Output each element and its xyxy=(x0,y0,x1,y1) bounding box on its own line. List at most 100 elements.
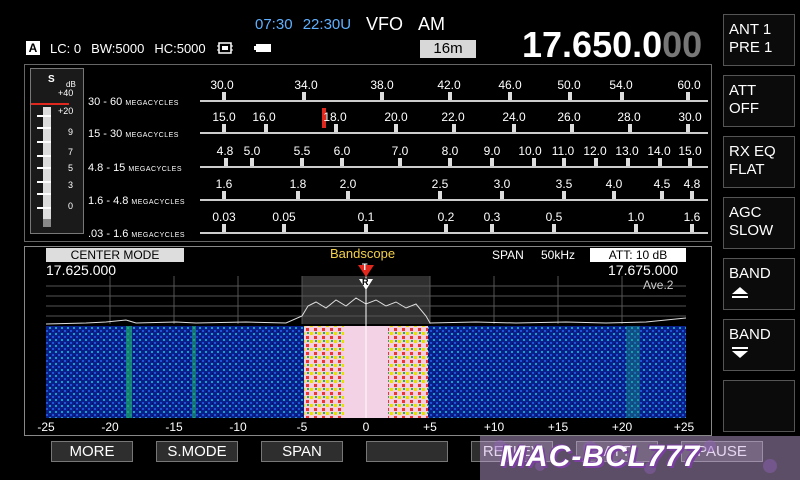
dial-scale-15-30: 15 - 30 MEGACYCLES 15.0 16.0 18.0 20.0 2… xyxy=(88,108,708,140)
scale-label: 0.05 xyxy=(272,210,296,224)
scale-label: 5.0 xyxy=(243,144,261,158)
blank-function-button[interactable] xyxy=(723,380,795,432)
att-label-1: ATT xyxy=(729,82,757,99)
s-meter-mark: +40 xyxy=(58,88,74,98)
ant-pre-button[interactable]: ANT 1 PRE 1 xyxy=(723,14,795,66)
bw-value: BW:5000 xyxy=(91,40,145,56)
band-indicator: 16m xyxy=(420,40,476,58)
scale-label: 5.5 xyxy=(293,144,311,158)
agc-label-2: SLOW xyxy=(729,222,774,239)
scale-label: 22.0 xyxy=(441,110,465,124)
scope-mode-indicator: CENTER MODE xyxy=(46,248,184,262)
hc-value: HC:5000 xyxy=(154,40,206,56)
axis-label: -25 xyxy=(37,420,55,434)
scale-label: 1.6 xyxy=(683,210,701,224)
band-down-button[interactable]: BAND xyxy=(723,319,795,371)
battery-icon xyxy=(253,44,271,52)
scope-att-indicator: ATT: 10 dB xyxy=(590,248,686,262)
utc-time: 22:30U xyxy=(302,16,352,33)
blank-soft-button[interactable] xyxy=(366,441,448,462)
tx-marker-label: T xyxy=(362,262,368,272)
band-up-label: BAND xyxy=(729,265,771,282)
scale-label: 2.0 xyxy=(339,177,357,191)
chip-icon xyxy=(216,42,233,54)
axis-label: -5 xyxy=(296,420,308,434)
scale-label: 0.03 xyxy=(212,210,236,224)
scale-label: 42.0 xyxy=(437,78,461,92)
scale-ticks xyxy=(200,224,708,234)
scale-label: 0.3 xyxy=(483,210,501,224)
mode-indicator[interactable]: AM xyxy=(418,14,445,35)
axis-label: +25 xyxy=(673,420,695,434)
scale-label: 15.0 xyxy=(212,110,236,124)
scale-label: 6.0 xyxy=(333,144,351,158)
scale-label: 15.0 xyxy=(678,144,702,158)
triangle-down-icon xyxy=(732,347,748,358)
ant-pre-label-2: PRE 1 xyxy=(729,39,773,56)
scale-label: 0.1 xyxy=(357,210,375,224)
s-meter-mark: 0 xyxy=(68,201,74,211)
main-frequency-display[interactable]: 17.650.000 xyxy=(522,24,702,66)
scale-label: 0.5 xyxy=(545,210,563,224)
scale-label: 54.0 xyxy=(609,78,633,92)
att-button[interactable]: ATT OFF xyxy=(723,75,795,127)
axis-label: +5 xyxy=(423,420,437,434)
clock-display: 07:30 22:30U xyxy=(255,16,357,33)
axis-label: +15 xyxy=(547,420,569,434)
dial-scale-0-03-1-6: .03 - 1.6 MEGACYCLES 0.03 0.05 0.1 0.2 0… xyxy=(88,208,708,240)
spectrum-waterfall[interactable] xyxy=(46,276,686,418)
dial-scale-30-60: 30 - 60 MEGACYCLES 30.0 34.0 38.0 42.0 4… xyxy=(88,76,708,108)
more-button[interactable]: MORE xyxy=(51,441,133,462)
dial-scale-4-8-15: 4.8 - 15 MEGACYCLES 4.8 5.0 5.5 6.0 7.0 … xyxy=(88,142,708,174)
scale-label: 0.2 xyxy=(437,210,455,224)
scale-label: 7.0 xyxy=(391,144,409,158)
frequency-digits: 17.650.0 xyxy=(522,24,663,65)
axis-label: 0 xyxy=(362,420,370,434)
scale-label: 3.0 xyxy=(493,177,511,191)
scale-label: 3.5 xyxy=(555,177,573,191)
rx-eq-button[interactable]: RX EQ FLAT xyxy=(723,136,795,188)
scale-label: 1.0 xyxy=(627,210,645,224)
averaging-indicator: Ave.2 xyxy=(643,278,674,292)
band-up-button[interactable]: BAND xyxy=(723,258,795,310)
axis-label: -15 xyxy=(165,420,183,434)
axis-label: -20 xyxy=(101,420,119,434)
scale-label: 11.0 xyxy=(551,144,575,158)
att-label-2: OFF xyxy=(729,100,759,117)
span-label: SPAN xyxy=(492,248,524,262)
scale-label: 38.0 xyxy=(370,78,394,92)
axis-label: -10 xyxy=(229,420,247,434)
span-button[interactable]: SPAN xyxy=(261,441,343,462)
scale-label: 9.0 xyxy=(483,144,501,158)
scale-label: 4.8 xyxy=(216,144,234,158)
rx-marker-label: R xyxy=(362,277,369,287)
s-meter-mark: 7 xyxy=(68,147,74,157)
scale-label: 50.0 xyxy=(557,78,581,92)
scale-label: 4.8 xyxy=(683,177,701,191)
scale-label: 24.0 xyxy=(502,110,526,124)
s-meter-mark: 5 xyxy=(68,163,74,173)
s-meter xyxy=(30,68,84,234)
rx-eq-label-1: RX EQ xyxy=(729,143,776,160)
s-meter-mark: 3 xyxy=(68,180,74,190)
scale-label: 4.0 xyxy=(605,177,623,191)
vfo-indicator[interactable]: VFO xyxy=(366,14,403,35)
triangle-up-icon xyxy=(732,287,748,298)
axis-label: +10 xyxy=(483,420,505,434)
scale-label: 12.0 xyxy=(583,144,607,158)
scale-label: 18.0 xyxy=(323,110,347,124)
scale-label: 30.0 xyxy=(210,78,234,92)
scale-label: 26.0 xyxy=(557,110,581,124)
span-value: 50kHz xyxy=(541,248,576,262)
bandscope-title: Bandscope xyxy=(330,246,396,261)
scale-label: 46.0 xyxy=(498,78,522,92)
frequency-dim-digits: 00 xyxy=(662,24,703,65)
local-time: 07:30 xyxy=(255,16,293,33)
scale-label: 4.5 xyxy=(653,177,671,191)
scale-label: 30.0 xyxy=(678,110,702,124)
agc-button[interactable]: AGC SLOW xyxy=(723,197,795,249)
scale-label: 20.0 xyxy=(384,110,408,124)
scale-label: 34.0 xyxy=(294,78,318,92)
scope-mode-button[interactable]: S.MODE xyxy=(156,441,238,462)
scale-label: 1.6 xyxy=(215,177,233,191)
